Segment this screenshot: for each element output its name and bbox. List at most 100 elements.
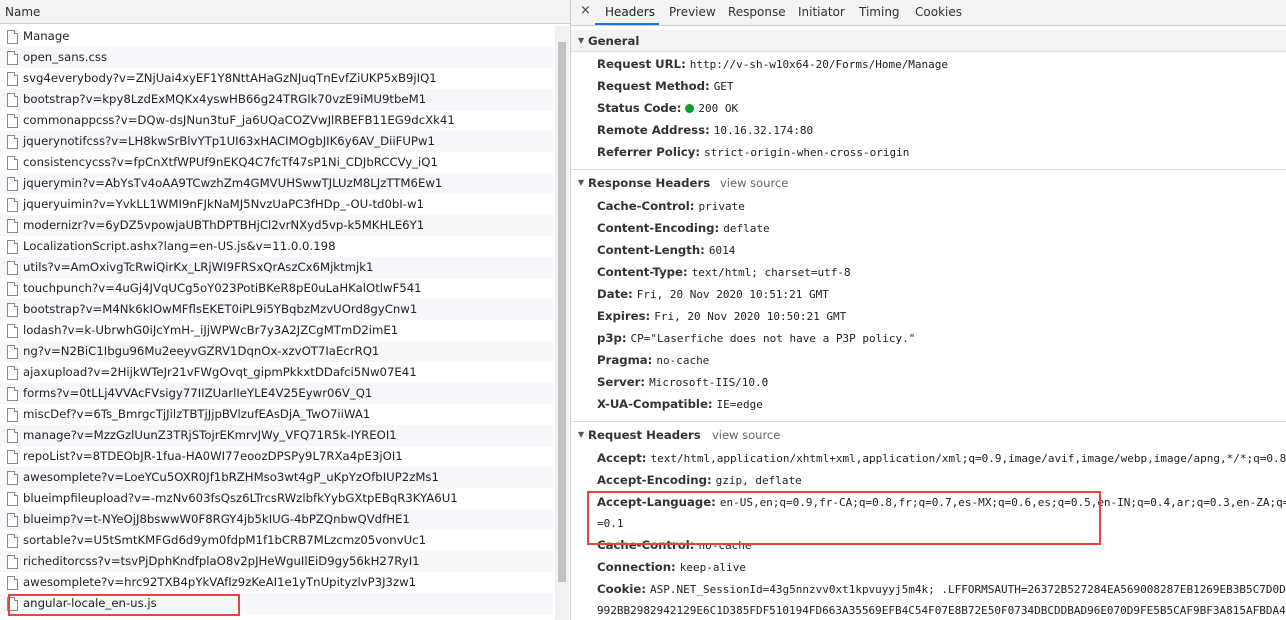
request-list-item[interactable]: touchpunch?v=4uGj4JVqUCg5oY023PotiBKeR8p…: [0, 278, 553, 299]
request-file-name: commonappcss?v=DQw-dsJNun3tuF_ja6UQaCOZV…: [23, 113, 455, 127]
request-list-item[interactable]: svg4everybody?v=ZNjUai4xyEF1Y8NttAHaGzNJ…: [0, 68, 553, 89]
file-icon: [7, 93, 18, 107]
request-file-name: miscDef?v=6Ts_BmrgcTjJilzTBTjJjpBVlzufEA…: [23, 407, 371, 421]
collapse-triangle-icon[interactable]: ▼: [578, 30, 584, 52]
request-list-item[interactable]: lodash?v=k-UbrwhG0iJcYmH-_iJjWPWcBr7y3A2…: [0, 320, 553, 341]
request-file-name: bootstrap?v=kpy8LzdExMQKx4yswHB66g24TRGl…: [23, 92, 427, 106]
general-remote-address: Remote Address: 10.16.32.174:80: [597, 123, 814, 137]
request-file-name: LocalizationScript.ashx?lang=en-US.js&v=…: [23, 239, 336, 253]
status-ok-icon: [685, 104, 695, 113]
request-list-item[interactable]: sortable?v=U5tSmtKMFGd6d9ym0fdpM1f1bCRB7…: [0, 530, 553, 551]
response-header-row: Content-Type: text/html; charset=utf-8: [597, 265, 851, 279]
highlight-box-accept-language: [587, 491, 1101, 545]
file-icon: [7, 261, 18, 275]
request-header-accept-encoding: Accept-Encoding: gzip, deflate: [597, 473, 802, 487]
file-icon: [7, 555, 18, 569]
request-view-source-link[interactable]: view source: [712, 424, 780, 446]
request-list-item[interactable]: awesomplete?v=hrc92TXB4pYkVAfIz9zKeAI1e1…: [0, 572, 553, 593]
request-list-item[interactable]: jquerynotifcss?v=LH8kwSrBlvYTp1UI63xHACI…: [0, 131, 553, 152]
request-header-cookie: Cookie: ASP.NET_SessionId=43g5nnzvv0xt1kp…: [597, 582, 1286, 596]
collapse-triangle-icon[interactable]: ▼: [578, 172, 584, 194]
general-section-header[interactable]: ▼ General: [571, 30, 1286, 52]
request-file-name: ng?v=N2BiC1Ibgu96Mu2eeyvGZRV1DqnOx-xzvOT…: [23, 344, 380, 358]
file-icon: [7, 450, 18, 464]
request-list-item[interactable]: manage?v=MzzGzlUunZ3TRjSTojrEKmrvJWy_VFQ…: [0, 425, 553, 446]
request-list-item[interactable]: ng?v=N2BiC1Ibgu96Mu2eeyvGZRV1DqnOx-xzvOT…: [0, 341, 553, 362]
request-header-cookie-cont: 992BB2982942129E6C1D385FDF510194FD663A35…: [597, 604, 1286, 617]
file-icon: [7, 492, 18, 506]
request-list-item[interactable]: utils?v=AmOxivgTcRwiQirKx_LRjWI9FRSxQrAs…: [0, 257, 553, 278]
tab-headers[interactable]: Headers: [605, 5, 655, 19]
file-icon: [7, 177, 18, 191]
file-icon: [7, 534, 18, 548]
request-file-name: consistencycss?v=fpCnXtfWPUf9nEKQ4C7fcTf…: [23, 155, 438, 169]
request-list-item[interactable]: commonappcss?v=DQw-dsJNun3tuF_ja6UQaCOZV…: [0, 110, 553, 131]
response-header-row: Content-Length: 6014: [597, 243, 736, 257]
tab-preview[interactable]: Preview: [669, 5, 716, 19]
request-file-name: sortable?v=U5tSmtKMFGd6d9ym0fdpM1f1bCRB7…: [23, 533, 427, 547]
file-icon: [7, 30, 18, 44]
request-list-item[interactable]: modernizr?v=6yDZ5vpowjaUBThDPTBHjCl2vrNX…: [0, 215, 553, 236]
request-list-item[interactable]: awesomplete?v=LoeYCu5OXR0Jf1bRZHMso3wt4g…: [0, 467, 553, 488]
scrollbar-thumb[interactable]: [558, 42, 566, 582]
request-list-item[interactable]: bootstrap?v=kpy8LzdExMQKx4yswHB66g24TRGl…: [0, 89, 553, 110]
response-view-source-link[interactable]: view source: [720, 172, 788, 194]
request-file-name: awesomplete?v=LoeYCu5OXR0Jf1bRZHMso3wt4g…: [23, 470, 439, 484]
request-file-name: jquerynotifcss?v=LH8kwSrBlvYTp1UI63xHACI…: [23, 134, 435, 148]
request-list-item[interactable]: Manage: [0, 26, 553, 47]
request-list-item[interactable]: open_sans.css: [0, 47, 553, 68]
request-file-name: awesomplete?v=hrc92TXB4pYkVAfIz9zKeAI1e1…: [23, 575, 417, 589]
request-list-item[interactable]: richeditorcss?v=tsvPjDphKndfplaO8v2pJHeW…: [0, 551, 553, 572]
file-icon: [7, 429, 18, 443]
tab-timing[interactable]: Timing: [859, 5, 900, 19]
file-icon: [7, 513, 18, 527]
request-header-accept: Accept: text/html,application/xhtml+xml,a…: [597, 451, 1286, 465]
request-file-name: ajaxupload?v=2HijkWTeJr21vFWgOvqt_gipmPk…: [23, 365, 417, 379]
tab-cookies[interactable]: Cookies: [915, 5, 962, 19]
collapse-triangle-icon[interactable]: ▼: [578, 424, 584, 446]
request-list-item[interactable]: LocalizationScript.ashx?lang=en-US.js&v=…: [0, 236, 553, 257]
details-tab-bar: × Headers Preview Response Initiator Tim…: [571, 0, 1286, 26]
response-headers-section-header[interactable]: ▼ Response Headers view source: [571, 172, 1286, 194]
response-header-row: Cache-Control: private: [597, 199, 745, 213]
request-list-item[interactable]: repoList?v=8TDEObJR-1fua-HA0WI77eoozDPSP…: [0, 446, 553, 467]
request-list-item[interactable]: miscDef?v=6Ts_BmrgcTjJilzTBTjJjpBVlzufEA…: [0, 404, 553, 425]
request-list-item[interactable]: jqueryuimin?v=YvkLL1WMI9nFJkNaMJ5NvzUaPC…: [0, 194, 553, 215]
request-file-name: repoList?v=8TDEObJR-1fua-HA0WI77eoozDPSP…: [23, 449, 403, 463]
request-list-item[interactable]: forms?v=0tLLj4VVAcFVsigy77IIZUarlIeYLE4V…: [0, 383, 553, 404]
request-header-connection: Connection: keep-alive: [597, 560, 746, 574]
request-list-item[interactable]: consistencycss?v=fpCnXtfWPUf9nEKQ4C7fcTf…: [0, 152, 553, 173]
request-list-item[interactable]: jquerymin?v=AbYsTv4oAA9TCwzhZm4GMVUHSwwT…: [0, 173, 553, 194]
request-list-item[interactable]: blueimp?v=t-NYeOjJ8bswwW0F8RGY4jb5kIUG-4…: [0, 509, 553, 530]
name-column-header[interactable]: Name: [0, 0, 570, 24]
request-file-name: lodash?v=k-UbrwhG0iJcYmH-_iJjWPWcBr7y3A2…: [23, 323, 399, 337]
request-file-name: blueimp?v=t-NYeOjJ8bswwW0F8RGY4jb5kIUG-4…: [23, 512, 410, 526]
request-file-name: richeditorcss?v=tsvPjDphKndfplaO8v2pJHeW…: [23, 554, 420, 568]
request-file-name: jquerymin?v=AbYsTv4oAA9TCwzhZm4GMVUHSwwT…: [23, 176, 443, 190]
section-separator: [571, 169, 1286, 170]
request-list-scrollbar[interactable]: [555, 26, 569, 620]
request-file-name: touchpunch?v=4uGj4JVqUCg5oY023PotiBKeR8p…: [23, 281, 422, 295]
request-file-name: open_sans.css: [23, 50, 108, 64]
general-request-url: Request URL: http://v-sh-w10x64-20/Forms/…: [597, 57, 949, 71]
file-icon: [7, 51, 18, 65]
request-headers-title: Request Headers: [588, 428, 701, 442]
request-list-item[interactable]: blueimpfileupload?v=-mzNv603fsQsz6LTrcsR…: [0, 488, 553, 509]
request-list-item[interactable]: bootstrap?v=M4Nk6kIOwMFflsEKET0iPL9i5YBq…: [0, 299, 553, 320]
file-icon: [7, 135, 18, 149]
request-headers-section-header[interactable]: ▼ Request Headers view source: [571, 424, 1286, 446]
file-icon: [7, 219, 18, 233]
request-file-name: Manage: [23, 29, 70, 43]
general-request-method: Request Method: GET: [597, 79, 734, 93]
response-header-row: Content-Encoding: deflate: [597, 221, 770, 235]
request-file-name: blueimpfileupload?v=-mzNv603fsQsz6LTrcsR…: [23, 491, 458, 505]
file-icon: [7, 345, 18, 359]
tab-initiator[interactable]: Initiator: [798, 5, 845, 19]
active-tab-indicator: [595, 23, 659, 25]
general-referrer-policy: Referrer Policy: strict-origin-when-cross…: [597, 145, 910, 159]
close-icon[interactable]: ×: [580, 3, 591, 18]
section-separator: [571, 421, 1286, 422]
request-list-item[interactable]: ajaxupload?v=2HijkWTeJr21vFWgOvqt_gipmPk…: [0, 362, 553, 383]
request-file-name: jqueryuimin?v=YvkLL1WMI9nFJkNaMJ5NvzUaPC…: [23, 197, 424, 211]
tab-response[interactable]: Response: [728, 5, 786, 19]
